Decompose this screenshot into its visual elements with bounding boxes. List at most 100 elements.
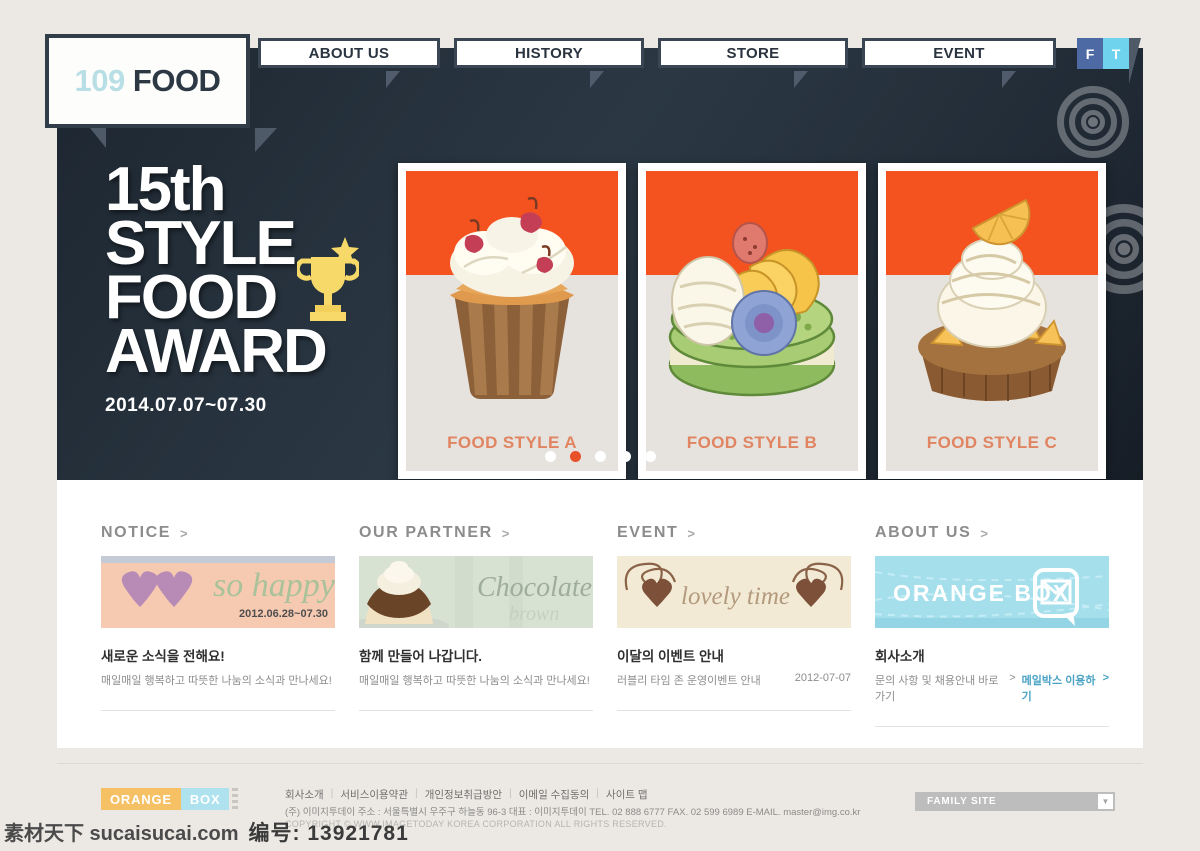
chevron-right-icon: > bbox=[180, 525, 188, 541]
our-partner-thumbnail[interactable]: Chocolate brown bbox=[359, 556, 593, 628]
section-event: EVENT > lovely time 이달의 이벤트 안내 러블리 타임 존 … bbox=[617, 524, 851, 711]
watermark-id: 编号: 13921781 bbox=[248, 821, 409, 845]
event-item-title[interactable]: 이달의 이벤트 안내 bbox=[617, 645, 851, 665]
nav-label-store: STORE bbox=[726, 44, 780, 62]
twitter-icon[interactable]: T bbox=[1103, 38, 1129, 69]
notice-thumb-date: 2012.06.28~07.30 bbox=[238, 608, 328, 620]
nav-item-store[interactable]: STORE bbox=[658, 38, 848, 68]
logo-number: 109 bbox=[74, 63, 126, 98]
our-partner-item-sub: 매일매일 행복하고 따뜻한 나눔의 소식과 만나세요! bbox=[359, 675, 590, 687]
chocolate-brown-graphic: Chocolate brown bbox=[359, 556, 593, 628]
food-card-b-label: FOOD STYLE B bbox=[686, 433, 818, 452]
about-us-thumbnail[interactable]: ORANGE BOX bbox=[875, 556, 1109, 628]
social-tail bbox=[1129, 38, 1141, 84]
footer-link-terms[interactable]: 서비스이용약관 bbox=[340, 787, 408, 802]
section-about-us: ABOUT US > ORANGE BOX 회사소개 문의 사항 및 채용안내 … bbox=[875, 524, 1109, 727]
logo-tail-right bbox=[255, 128, 277, 152]
chevron-right-icon: > bbox=[687, 525, 695, 541]
food-card-c-label: FOOD STYLE C bbox=[926, 433, 1058, 452]
event-thumbnail[interactable]: lovely time bbox=[617, 556, 851, 628]
slider-dot-4[interactable] bbox=[619, 451, 631, 462]
orange-box-graphic: ORANGE BOX bbox=[875, 568, 1109, 628]
hero-date: 2014.07.07~07.30 bbox=[105, 395, 267, 416]
slider-dot-5[interactable] bbox=[644, 451, 656, 462]
hero-line-4: AWARD bbox=[105, 317, 328, 386]
section-event-header[interactable]: EVENT > bbox=[617, 524, 851, 542]
event-item-sub: 러블리 타임 존 운영이벤트 안내 bbox=[617, 675, 761, 687]
slider-dots bbox=[57, 451, 1143, 462]
nav-tail-3 bbox=[794, 71, 808, 88]
facebook-icon[interactable]: F bbox=[1077, 38, 1103, 69]
orange-tart-illustration bbox=[918, 198, 1066, 401]
family-site-dropdown[interactable]: FAMILY SITE ▼ bbox=[915, 792, 1115, 811]
nav-label-about-us: ABOUT US bbox=[308, 44, 390, 62]
about-us-inquiry-link[interactable]: 문의 사항 및 채용안내 바로가기 bbox=[875, 672, 1003, 704]
green-macaron-illustration bbox=[668, 222, 836, 397]
food-card-b[interactable]: FOOD STYLE B bbox=[638, 163, 866, 479]
facebook-label: F bbox=[1085, 45, 1095, 62]
nav-tail-4 bbox=[1002, 71, 1016, 88]
food-card-b-inner: FOOD STYLE B bbox=[646, 171, 858, 471]
nav-label-event: EVENT bbox=[933, 44, 985, 62]
food-card-a-inner: FOOD STYLE A bbox=[406, 171, 618, 471]
footer-link-privacy[interactable]: 개인정보취급방안 bbox=[425, 787, 502, 802]
notice-divider bbox=[101, 710, 335, 711]
food-card-a[interactable]: FOOD STYLE A bbox=[398, 163, 626, 479]
chevron-right-icon: > bbox=[501, 525, 510, 541]
svg-text:ORANGE BOX: ORANGE BOX bbox=[893, 580, 1070, 606]
page-root: 15th STYLE FOOD AWARD 2014.07.07~07.30 F… bbox=[0, 0, 1200, 851]
event-item-date: 2012-07-07 bbox=[794, 672, 851, 684]
notice-item-title[interactable]: 새로운 소식을 전해요! bbox=[101, 645, 335, 665]
food-card-a-label: FOOD STYLE A bbox=[447, 433, 577, 452]
footer-link-company[interactable]: 회사소개 bbox=[285, 787, 324, 802]
notice-thumbnail[interactable]: so happy 2012.06.28~07.30 bbox=[101, 556, 335, 628]
section-our-partner: OUR PARTNER > Chocolate brown 함께 만들어 나갑니… bbox=[359, 524, 593, 711]
hero-title: 15th STYLE FOOD AWARD bbox=[105, 159, 328, 386]
footer-logo-bars bbox=[232, 788, 239, 810]
nav-tail-2 bbox=[590, 71, 604, 88]
footer-sep: | bbox=[596, 787, 600, 799]
logo-tail-left bbox=[90, 128, 106, 148]
slider-dot-1[interactable] bbox=[544, 451, 556, 462]
hero-text-block: 15th STYLE FOOD AWARD 2014.07.07~07.30 bbox=[105, 159, 359, 417]
svg-text:so happy: so happy bbox=[213, 567, 335, 604]
footer-link-sitemap[interactable]: 사이트 맵 bbox=[606, 787, 648, 802]
trophy-icon bbox=[297, 237, 359, 321]
family-site-label: FAMILY SITE bbox=[927, 796, 997, 807]
footer-logo-box: BOX bbox=[180, 788, 230, 810]
section-notice-header[interactable]: NOTICE > bbox=[101, 524, 335, 542]
footer-logo-orange: ORANGE bbox=[101, 788, 181, 810]
section-notice-title: NOTICE bbox=[101, 524, 172, 541]
section-our-partner-title: OUR PARTNER bbox=[359, 524, 493, 541]
about-us-divider bbox=[875, 726, 1109, 727]
nav-item-about-us[interactable]: ABOUT US bbox=[258, 38, 440, 68]
section-notice: NOTICE > so happy 2012.06.28~07.30 새로운 소… bbox=[101, 524, 335, 711]
slider-dot-3[interactable] bbox=[594, 451, 606, 462]
svg-text:Chocolate: Chocolate bbox=[477, 572, 592, 603]
chevron-right-icon: > bbox=[1102, 672, 1109, 684]
site-header: 109 FOOD ABOUT US HISTORY STORE EVENT F … bbox=[45, 34, 1155, 152]
content-section: NOTICE > so happy 2012.06.28~07.30 새로운 소… bbox=[57, 480, 1143, 748]
lovely-time-graphic: lovely time bbox=[624, 562, 844, 610]
footer-link-email-consent[interactable]: 이메일 수집동의 bbox=[519, 787, 590, 802]
footer-sep: | bbox=[415, 787, 418, 799]
chevron-right-icon: > bbox=[1009, 672, 1016, 684]
nav-item-history[interactable]: HISTORY bbox=[454, 38, 644, 68]
our-partner-item-title[interactable]: 함께 만들어 나갑니다. bbox=[359, 645, 593, 665]
cupcake-cherry-illustration bbox=[450, 197, 574, 400]
footer-logo[interactable]: ORANGE BOX bbox=[101, 788, 239, 810]
food-card-c[interactable]: FOOD STYLE C bbox=[878, 163, 1106, 479]
about-us-item-title[interactable]: 회사소개 bbox=[875, 645, 1109, 665]
svg-text:lovely time: lovely time bbox=[681, 583, 790, 610]
slider-dot-2[interactable] bbox=[569, 451, 581, 462]
nav-tail-1 bbox=[386, 71, 400, 88]
site-logo[interactable]: 109 FOOD bbox=[45, 34, 250, 128]
section-about-us-header[interactable]: ABOUT US > bbox=[875, 524, 1109, 542]
logo-word: FOOD bbox=[132, 63, 221, 98]
section-about-us-title: ABOUT US bbox=[875, 524, 972, 541]
nav-item-event[interactable]: EVENT bbox=[862, 38, 1056, 68]
section-event-title: EVENT bbox=[617, 524, 679, 541]
section-our-partner-header[interactable]: OUR PARTNER > bbox=[359, 524, 593, 542]
event-divider bbox=[617, 710, 851, 711]
about-us-mailbox-link[interactable]: 메일박스 이용하기 bbox=[1022, 672, 1097, 704]
